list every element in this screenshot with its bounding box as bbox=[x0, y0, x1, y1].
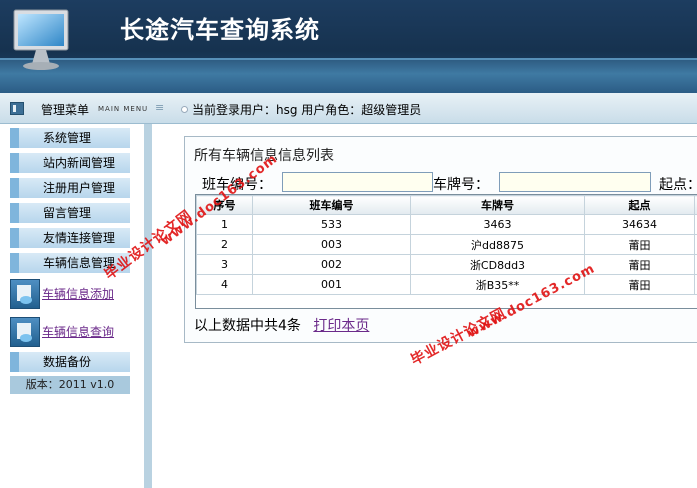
cell-index: 2 bbox=[196, 234, 253, 255]
menu-title-english: MAIN MENU bbox=[98, 105, 149, 113]
cell-origin: 莆田 bbox=[584, 254, 695, 275]
menu-icon bbox=[10, 102, 24, 115]
cell-bus-no: 533 bbox=[252, 214, 411, 235]
table-footer: 以上数据中共4条 打印本页 bbox=[194, 315, 369, 335]
sidebar-item-messages[interactable]: 留言管理 bbox=[10, 203, 130, 223]
monitor-icon bbox=[13, 9, 69, 70]
header-band bbox=[0, 58, 697, 93]
table-row[interactable]: 1 533 3463 34634 bbox=[196, 214, 697, 235]
sidebar-item-system[interactable]: 系统管理 bbox=[10, 128, 130, 148]
table-row[interactable]: 3 002 浙CD8dd3 莆田 bbox=[196, 254, 697, 275]
version-label: 版本：2011 v1.0 bbox=[10, 376, 130, 394]
print-page-link[interactable]: 打印本页 bbox=[313, 318, 369, 334]
sidebar-item-news[interactable]: 站内新闻管理 bbox=[10, 153, 130, 173]
cell-bus-no: 003 bbox=[252, 234, 411, 255]
record-summary: 以上数据中共4条 bbox=[194, 318, 301, 334]
sidebar-item-users[interactable]: 注册用户管理 bbox=[10, 178, 130, 198]
cell-index: 1 bbox=[196, 214, 253, 235]
cell-index: 3 bbox=[196, 254, 253, 275]
plate-number-input[interactable] bbox=[499, 172, 651, 192]
vehicle-table-container: 序号 班车编号 车牌号 起点 1 533 3463 34634 2 003 沪d… bbox=[195, 194, 697, 309]
bus-number-input[interactable] bbox=[282, 172, 433, 192]
origin-label: 起点： bbox=[659, 177, 697, 193]
menu-title: 管理菜单 bbox=[41, 103, 90, 117]
table-row[interactable]: 4 001 浙B35** 莆田 bbox=[196, 274, 697, 295]
table-header-row: 序号 班车编号 车牌号 起点 bbox=[196, 195, 697, 215]
system-title: 长途汽车查询系统 bbox=[120, 15, 320, 44]
menu-bar: 管理菜单 MAIN MENU ≡ 当前登录用户：hsg 用户角色：超级管理员 bbox=[0, 93, 697, 124]
query-vehicle-link[interactable]: 车辆信息查询 bbox=[42, 323, 114, 340]
cell-origin: 34634 bbox=[584, 214, 695, 235]
bus-number-label: 班车编号： bbox=[202, 177, 272, 193]
sidebar-item-vehicles[interactable]: 车辆信息管理 bbox=[10, 253, 130, 273]
sidebar-item-backup[interactable]: 数据备份 bbox=[10, 352, 130, 372]
vehicle-table: 序号 班车编号 车牌号 起点 1 533 3463 34634 2 003 沪d… bbox=[196, 195, 697, 295]
cell-bus-no: 002 bbox=[252, 254, 411, 275]
header-index: 序号 bbox=[196, 195, 253, 215]
header-stripe bbox=[0, 58, 697, 60]
header-plate: 车牌号 bbox=[410, 195, 585, 215]
cell-origin: 莆田 bbox=[584, 234, 695, 255]
document-icon bbox=[10, 279, 40, 309]
document-icon bbox=[10, 317, 40, 347]
cell-bus-no: 001 bbox=[252, 274, 411, 295]
bullet-icon bbox=[181, 106, 188, 113]
panel-title: 所有车辆信息信息列表 bbox=[194, 148, 334, 164]
login-info: 当前登录用户：hsg 用户角色：超级管理员 bbox=[192, 103, 422, 117]
plate-number-label: 车牌号： bbox=[433, 177, 489, 193]
table-row[interactable]: 2 003 沪dd8875 莆田 bbox=[196, 234, 697, 255]
header-origin: 起点 bbox=[584, 195, 695, 215]
cell-origin: 莆田 bbox=[584, 274, 695, 295]
cell-index: 4 bbox=[196, 274, 253, 295]
cell-plate: 浙B35** bbox=[410, 274, 585, 295]
cell-plate: 浙CD8dd3 bbox=[410, 254, 585, 275]
header: 长途汽车查询系统 bbox=[0, 0, 697, 93]
sidebar: 系统管理 站内新闻管理 注册用户管理 留言管理 友情连接管理 车辆信息管理 车辆… bbox=[0, 124, 152, 488]
header-bus-no: 班车编号 bbox=[252, 195, 411, 215]
add-vehicle-link[interactable]: 车辆信息添加 bbox=[42, 285, 114, 302]
cell-plate: 3463 bbox=[410, 214, 585, 235]
sidebar-item-links[interactable]: 友情连接管理 bbox=[10, 228, 130, 248]
cell-plate: 沪dd8875 bbox=[410, 234, 585, 255]
main-panel: 所有车辆信息信息列表 班车编号： 车牌号： 起点： 序号 班车编号 车牌号 起点 bbox=[184, 136, 697, 343]
search-row: 班车编号： 车牌号： 起点： bbox=[185, 172, 697, 194]
collapse-icon[interactable]: ≡ bbox=[155, 102, 166, 113]
